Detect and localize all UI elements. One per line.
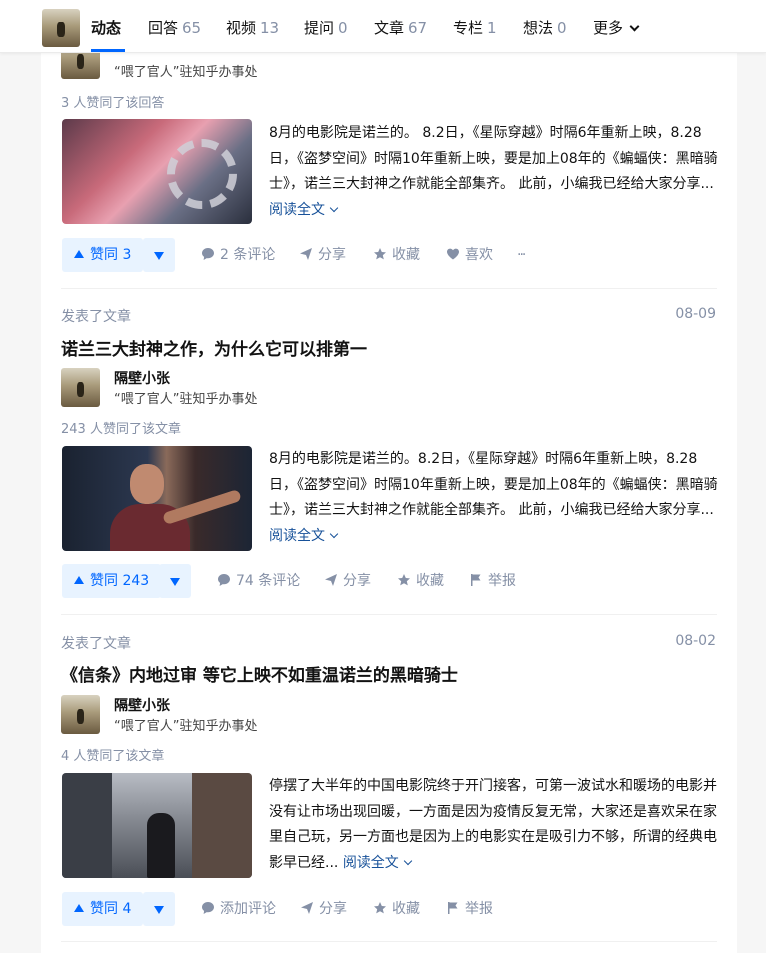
star-icon — [374, 902, 386, 914]
tab-articles[interactable]: 文章 67 — [374, 17, 427, 38]
share-button[interactable]: 分享 — [324, 564, 371, 598]
divider — [61, 614, 717, 615]
share-button[interactable]: 分享 — [300, 892, 347, 926]
chevron-down-icon — [629, 21, 640, 32]
item-meta: 发表了文章 — [61, 636, 131, 652]
tab-questions[interactable]: 提问 0 — [304, 17, 348, 38]
cover-image[interactable] — [62, 119, 252, 224]
author-name[interactable]: 隔壁小张 — [114, 368, 170, 388]
tab-columns[interactable]: 专栏 1 — [453, 17, 497, 38]
share-button[interactable]: 分享 — [299, 238, 346, 272]
action-bar: 赞同 243 74 条评论 分享 收藏 举报 — [62, 564, 722, 598]
flag-icon — [471, 574, 481, 586]
article-title[interactable]: 《信条》内地过审 等它上映不如重温诺兰的黑暗骑士 — [61, 661, 458, 686]
cover-image[interactable] — [62, 446, 252, 551]
tab-pins[interactable]: 想法 0 — [523, 17, 567, 38]
favorite-button[interactable]: 收藏 — [373, 892, 420, 926]
share-icon — [325, 574, 337, 586]
action-bar: 赞同 4 添加评论 分享 收藏 举报 — [62, 892, 722, 926]
vote-up-button[interactable]: 赞同 4 — [62, 892, 144, 926]
heart-icon — [447, 248, 459, 260]
favorite-button[interactable]: 收藏 — [373, 238, 420, 272]
votes-line: 3 人赞同了该回答 — [61, 96, 165, 111]
triangle-down-icon — [154, 252, 164, 260]
comment-button[interactable]: 2 条评论 — [201, 238, 275, 272]
comment-icon — [202, 248, 214, 260]
author-bio: “喂了官人”驻知乎办事处 — [114, 392, 258, 407]
comment-button[interactable]: 添加评论 — [201, 892, 276, 926]
profile-tab-bar: 动态 回答 65 视频 13 提问 0 文章 67 专栏 1 想法 0 更多 — [0, 0, 766, 53]
more-options-button[interactable]: ··· — [517, 238, 526, 272]
read-more-link[interactable]: 阅读全文 — [269, 202, 339, 218]
divider — [61, 941, 717, 942]
tab-count: 67 — [408, 19, 428, 37]
author-avatar[interactable] — [61, 368, 100, 407]
comment-button[interactable]: 74 条评论 — [217, 564, 300, 598]
read-more-link[interactable]: 阅读全文 — [269, 528, 339, 544]
action-bar: 赞同 3 2 条评论 分享 收藏 喜欢 ··· — [62, 238, 722, 272]
excerpt[interactable]: 停摆了大半年的中国电影院终于开门接客，可第一波试水和暖场的电影并没有让市场出现回… — [269, 774, 721, 876]
triangle-down-icon — [154, 906, 164, 914]
read-more-link[interactable]: 阅读全文 — [343, 855, 413, 871]
item-date: 08-09 — [675, 306, 716, 322]
comment-icon — [218, 574, 230, 586]
votes-line: 4 人赞同了该文章 — [61, 749, 165, 764]
tab-count: 0 — [338, 19, 348, 37]
cover-image[interactable] — [62, 773, 252, 878]
triangle-up-icon — [74, 904, 84, 912]
tab-count: 0 — [557, 19, 567, 37]
like-button[interactable]: 喜欢 — [446, 238, 493, 272]
tab-count: 13 — [260, 19, 280, 37]
report-button[interactable]: 举报 — [446, 892, 493, 926]
item-meta: 发表了文章 — [61, 309, 131, 325]
share-icon — [301, 902, 313, 914]
chevron-down-icon — [403, 856, 413, 865]
author-name[interactable]: 隔壁小张 — [114, 695, 170, 715]
triangle-up-icon — [74, 576, 84, 584]
chevron-down-icon — [329, 529, 339, 538]
star-icon — [374, 248, 386, 260]
divider — [61, 288, 717, 289]
tab-videos[interactable]: 视频 13 — [226, 17, 279, 38]
vote-up-button[interactable]: 赞同 3 — [62, 238, 144, 272]
article-title[interactable]: 诺兰三大封神之作，为什么它可以排第一 — [61, 335, 367, 360]
vote-down-button[interactable] — [143, 238, 175, 272]
author-bio: “喂了官人”驻知乎办事处 — [114, 65, 258, 80]
tab-activity[interactable]: 动态 — [91, 17, 121, 38]
chevron-down-icon — [329, 203, 339, 212]
excerpt[interactable]: 8月的电影院是诺兰的。 8.2日，《星际穿越》时隔6年重新上映，8.28日，《盗… — [269, 121, 721, 223]
tab-answers[interactable]: 回答 65 — [148, 17, 201, 38]
report-button[interactable]: 举报 — [469, 564, 516, 598]
share-icon — [300, 248, 312, 260]
vote-up-button[interactable]: 赞同 243 — [62, 564, 162, 598]
comment-icon — [202, 902, 214, 914]
tab-count: 65 — [182, 19, 202, 37]
item-date: 08-02 — [675, 633, 716, 649]
vote-down-button[interactable] — [159, 564, 191, 598]
author-bio: “喂了官人”驻知乎办事处 — [114, 719, 258, 734]
tab-count: 1 — [487, 19, 497, 37]
star-icon — [398, 574, 410, 586]
triangle-up-icon — [74, 250, 84, 258]
excerpt[interactable]: 8月的电影院是诺兰的。8.2日，《星际穿越》时隔6年重新上映，8.28日，《盗梦… — [269, 447, 721, 549]
author-avatar[interactable] — [61, 695, 100, 734]
active-tab-indicator — [91, 49, 125, 52]
votes-line: 243 人赞同了该文章 — [61, 422, 181, 437]
triangle-down-icon — [170, 578, 180, 586]
profile-avatar[interactable] — [42, 9, 80, 47]
vote-down-button[interactable] — [143, 892, 175, 926]
flag-icon — [448, 902, 458, 914]
tab-more[interactable]: 更多 — [593, 17, 640, 38]
favorite-button[interactable]: 收藏 — [397, 564, 444, 598]
